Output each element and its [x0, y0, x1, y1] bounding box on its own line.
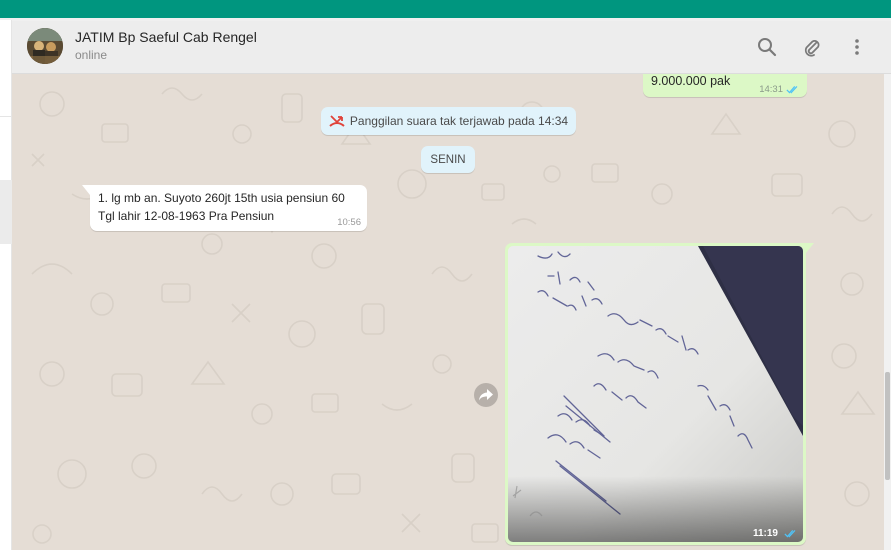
- double-check-icon: [786, 86, 798, 94]
- message-text-line: Tgl lahir 12-08-1963 Pra Pensiun: [98, 209, 275, 223]
- message-time: 10:56: [337, 217, 361, 228]
- message-time: 14:31: [759, 84, 783, 95]
- incoming-message[interactable]: 1. lg mb an. Suyoto 260jt 15th usia pens…: [82, 185, 367, 231]
- chat-list-selected-item[interactable]: [0, 180, 12, 244]
- outgoing-image-message[interactable]: 11:19: [505, 243, 814, 545]
- search-icon[interactable]: [755, 35, 779, 59]
- avatar[interactable]: [27, 28, 63, 64]
- forward-button[interactable]: [474, 383, 498, 407]
- chat-header[interactable]: JATIM Bp Saeful Cab Rengel online: [12, 21, 891, 74]
- chat-list-pane-edge: [0, 20, 12, 550]
- message-time: 11:19: [752, 528, 778, 539]
- forward-arrow-icon: [479, 389, 493, 401]
- message-text-line: 1. lg mb an. Suyoto 260jt 15th usia pens…: [98, 191, 345, 205]
- bubble-tail: [806, 243, 814, 253]
- date-separator: SENIN: [421, 146, 475, 173]
- top-accent-bar: [0, 0, 891, 20]
- chat-list-divider: [0, 116, 12, 117]
- whatsapp-window: JATIM Bp Saeful Cab Rengel online 9.000.…: [0, 0, 891, 550]
- bubble-tail: [82, 185, 90, 195]
- contact-status: online: [75, 48, 108, 62]
- message-text: 9.000.000 pak: [651, 74, 731, 88]
- paperclip-icon[interactable]: [800, 35, 824, 59]
- handwritten-note-image: [508, 246, 803, 542]
- menu-icon[interactable]: [845, 35, 869, 59]
- outgoing-message[interactable]: 9.000.000 pak 14:31: [643, 74, 807, 97]
- missed-call-text: Panggilan suara tak terjawab pada 14:34: [349, 114, 569, 128]
- scrollbar-thumb[interactable]: [885, 372, 890, 480]
- conversation-panel[interactable]: 9.000.000 pak 14:31 Panggilan suara tak …: [12, 74, 884, 550]
- double-check-icon: [784, 530, 796, 538]
- missed-call-notice: Panggilan suara tak terjawab pada 14:34: [321, 107, 576, 135]
- photo-thumbnail[interactable]: [508, 246, 803, 542]
- contact-name[interactable]: JATIM Bp Saeful Cab Rengel: [75, 29, 257, 45]
- missed-call-icon: [329, 114, 345, 128]
